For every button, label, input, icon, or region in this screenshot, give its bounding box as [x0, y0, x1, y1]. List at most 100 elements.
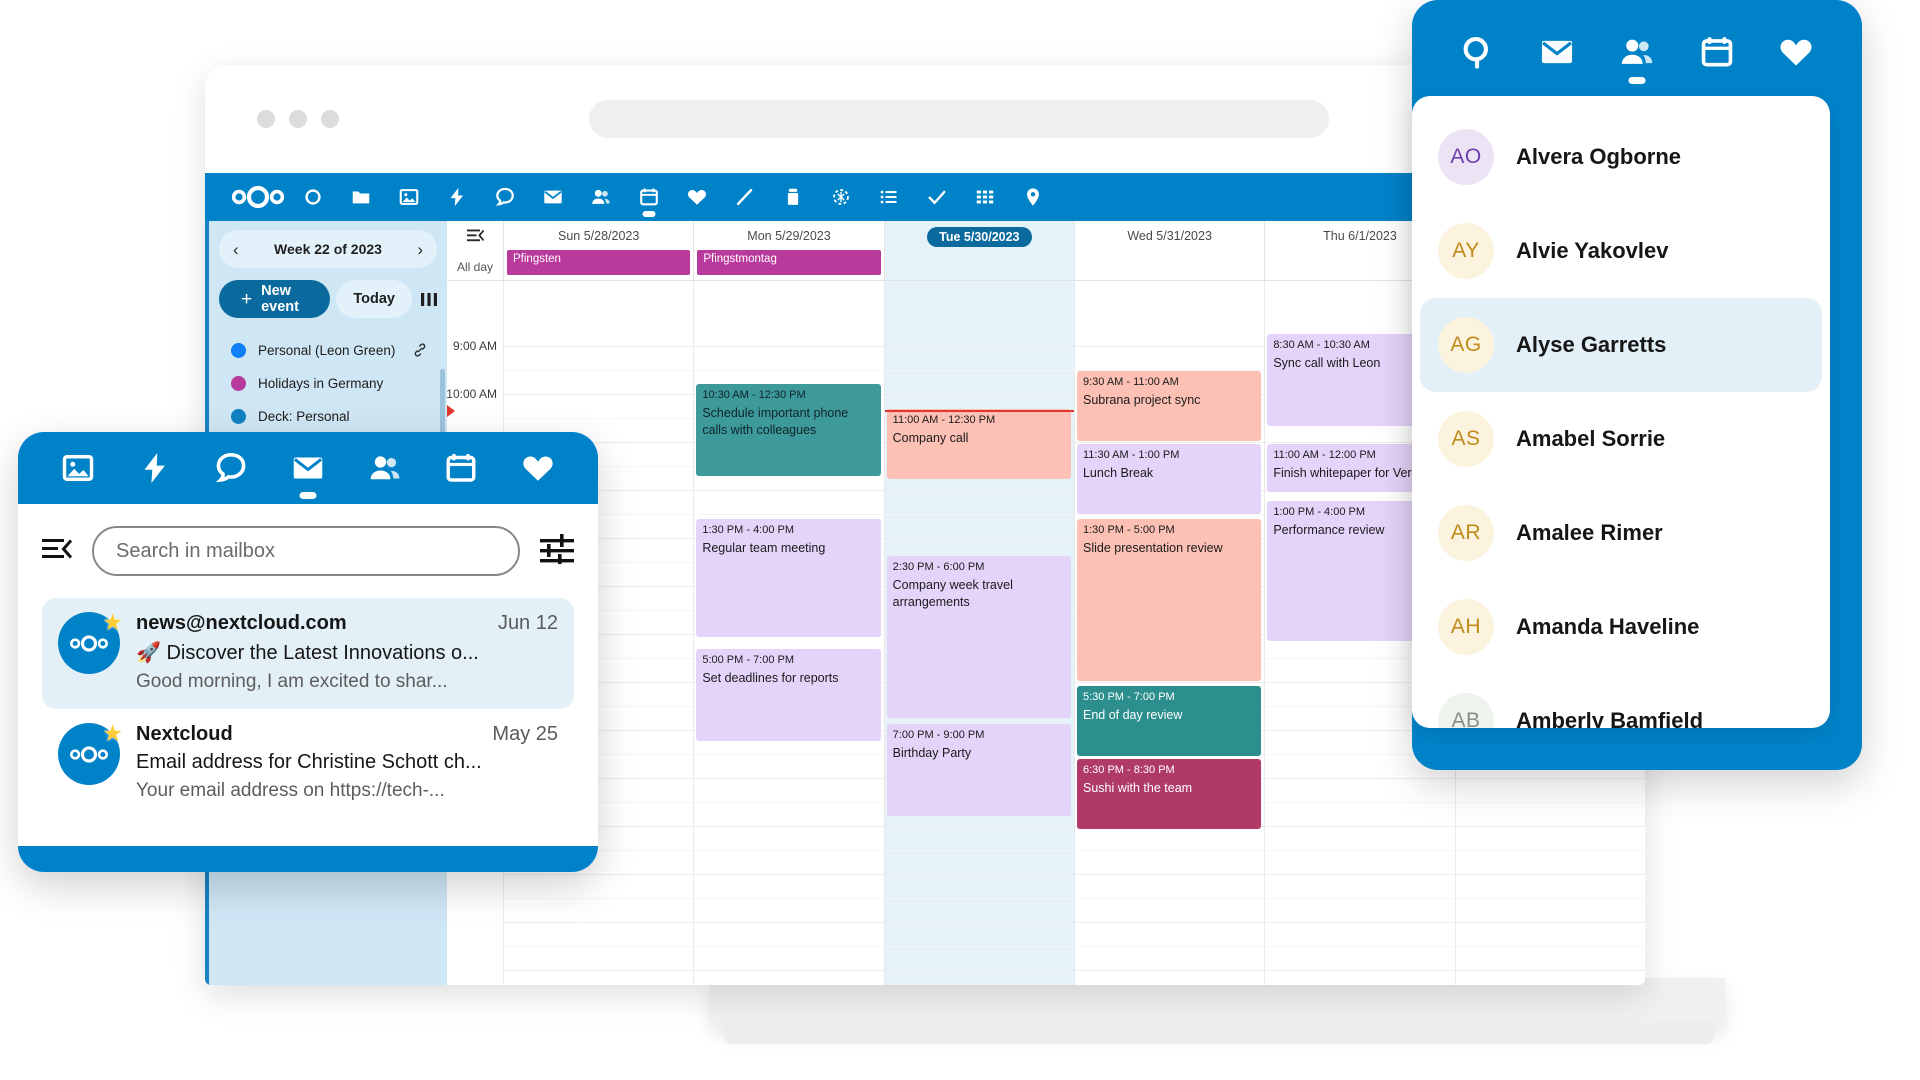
columns-view-icon[interactable]: [421, 292, 437, 307]
half-hour-gridline: [1455, 802, 1645, 803]
calendar-event[interactable]: 2:30 PM - 6:00 PM Company week travel arr…: [886, 556, 1071, 718]
calendar-icon[interactable]: [1698, 33, 1736, 71]
new-event-button[interactable]: + New event: [219, 280, 331, 318]
allday-zone[interactable]: [1075, 248, 1264, 280]
calendar-event[interactable]: 5:00 PM - 7:00 PM Set deadlines for repor…: [696, 649, 881, 741]
contact-list-item[interactable]: AG Alyse Garretts: [1420, 298, 1822, 392]
mail-sender: news@nextcloud.com: [136, 612, 347, 634]
hour-gridline: [1455, 874, 1645, 875]
mail-icon[interactable]: [290, 450, 326, 486]
contact-list-item[interactable]: AY Alvie Yakovlev: [1412, 204, 1830, 298]
day-column-1[interactable]: 10:30 AM - 12:30 PM Schedule important ph…: [693, 281, 884, 985]
heart-icon[interactable]: [673, 173, 721, 221]
calendar-event[interactable]: 1:30 PM - 4:00 PM Regular team meeting: [696, 519, 881, 637]
tables-icon[interactable]: [961, 173, 1009, 221]
hour-gridline: [1265, 778, 1455, 779]
contact-name: Amalee Rimer: [1516, 520, 1663, 545]
pencil-icon[interactable]: [721, 173, 769, 221]
prev-week-button[interactable]: ‹: [233, 241, 239, 258]
day-header-1[interactable]: Mon 5/29/2023 Pfingstmontag: [693, 221, 883, 280]
calendar-event[interactable]: 7:00 PM - 9:00 PM Birthday Party: [886, 724, 1071, 816]
filter-sliders-icon[interactable]: [540, 533, 574, 569]
half-hour-gridline: [1074, 898, 1265, 899]
talk-icon[interactable]: [481, 173, 529, 221]
contacts-icon[interactable]: [577, 173, 625, 221]
calendar-event[interactable]: 5:30 PM - 7:00 PM End of day review: [1076, 686, 1262, 756]
day-header-3[interactable]: Wed 5/31/2023: [1073, 221, 1264, 280]
search-icon[interactable]: [1459, 33, 1497, 71]
calendar-event[interactable]: 1:30 PM - 5:00 PM Slide presentation revi…: [1076, 519, 1262, 681]
mail-icon[interactable]: [1538, 33, 1576, 71]
allday-gutter: All day: [447, 221, 503, 280]
folder-icon[interactable]: [337, 173, 385, 221]
hour-gridline: [1074, 442, 1265, 443]
cospend-icon[interactable]: [817, 173, 865, 221]
day-header-2[interactable]: Tue 5/30/2023: [883, 221, 1074, 280]
close-dot[interactable]: [257, 110, 275, 128]
half-hour-gridline: [1265, 946, 1455, 947]
calendar-icon[interactable]: [625, 173, 673, 221]
allday-label: All day: [456, 260, 494, 274]
contact-list-item[interactable]: AS Amabel Sorrie: [1412, 392, 1830, 486]
calendar-event[interactable]: 9:30 AM - 11:00 AM Subrana project sync: [1076, 371, 1262, 441]
contact-list-item[interactable]: AO Alvera Ogborne: [1412, 110, 1830, 204]
half-hour-gridline: [1265, 850, 1455, 851]
collapse-menu-icon[interactable]: [42, 538, 73, 565]
contact-list-item[interactable]: AH Amanda Haveline: [1412, 580, 1830, 674]
check-icon[interactable]: [913, 173, 961, 221]
mail-list-item[interactable]: ★ news@nextcloud.com Jun 12 🚀 Discover the …: [42, 598, 574, 709]
mail-icon[interactable]: [529, 173, 577, 221]
contact-list-item[interactable]: AB Amberly Bamfield: [1412, 674, 1830, 728]
tasks-icon[interactable]: [865, 173, 913, 221]
maximize-dot[interactable]: [321, 110, 339, 128]
calendar-event[interactable]: 11:30 AM - 1:00 PM Lunch Break: [1076, 444, 1262, 514]
next-week-button[interactable]: ›: [417, 241, 423, 258]
calendar-event[interactable]: 11:00 AM - 12:30 PM Company call: [886, 409, 1071, 479]
allday-zone[interactable]: Pfingstmontag: [694, 248, 883, 280]
mail-list-item[interactable]: ★ Nextcloud May 25 Email address for Christ…: [42, 709, 574, 818]
star-icon[interactable]: ★: [102, 720, 123, 747]
today-button[interactable]: Today: [336, 280, 412, 318]
activity-icon[interactable]: [137, 450, 173, 486]
half-hour-gridline: [1074, 514, 1265, 515]
day-header-0[interactable]: Sun 5/28/2023 Pfingsten: [503, 221, 693, 280]
day-header-label: Tue 5/30/2023: [927, 227, 1032, 247]
mail-card-body: Search in mailbox ★ news@nextcloud.com Jun…: [18, 504, 598, 846]
calendar-list-item[interactable]: Deck: Personal: [219, 400, 437, 433]
collapse-rows-icon[interactable]: [466, 229, 484, 247]
talk-icon[interactable]: [213, 450, 249, 486]
contact-list-item[interactable]: AR Amalee Rimer: [1412, 486, 1830, 580]
allday-event[interactable]: Pfingstmontag: [697, 250, 881, 275]
calendar-list-item[interactable]: Holidays in Germany: [219, 367, 437, 400]
photos-icon[interactable]: [385, 173, 433, 221]
calendar-event[interactable]: 10:30 AM - 12:30 PM Schedule important ph…: [696, 384, 881, 476]
allday-zone[interactable]: [885, 247, 1074, 279]
mail-date: May 25: [492, 723, 558, 745]
search-input[interactable]: Search in mailbox: [92, 526, 520, 576]
calendar-icon[interactable]: [443, 450, 479, 486]
photos-icon[interactable]: [60, 450, 96, 486]
window-controls[interactable]: [257, 110, 339, 128]
day-column-2[interactable]: 11:00 AM - 12:30 PM Company call 2:30 PM -…: [883, 281, 1074, 985]
nextcloud-logo-icon[interactable]: [227, 186, 289, 208]
half-hour-gridline: [694, 514, 884, 515]
half-hour-gridline: [694, 802, 884, 803]
share-link-icon[interactable]: [412, 342, 428, 361]
day-column-3[interactable]: 9:30 AM - 11:00 AM Subrana project sync 11…: [1073, 281, 1265, 985]
star-icon[interactable]: ★: [102, 609, 123, 636]
calendar-event[interactable]: 6:30 PM - 8:30 PM Sushi with the team: [1076, 759, 1262, 829]
allday-event[interactable]: Pfingsten: [507, 250, 691, 275]
calendar-list-item[interactable]: Personal (Leon Green): [219, 334, 437, 367]
maps-icon[interactable]: [1009, 173, 1057, 221]
heart-icon[interactable]: [520, 450, 556, 486]
dashboard-icon[interactable]: [289, 173, 337, 221]
activity-icon[interactable]: [433, 173, 481, 221]
heart-icon[interactable]: [1777, 33, 1815, 71]
current-time-indicator: [447, 405, 455, 417]
minimize-dot[interactable]: [289, 110, 307, 128]
contacts-icon[interactable]: [367, 450, 403, 486]
deck-icon[interactable]: [769, 173, 817, 221]
contacts-icon[interactable]: [1618, 33, 1656, 71]
address-bar[interactable]: [589, 100, 1329, 138]
allday-zone[interactable]: Pfingsten: [504, 248, 693, 280]
